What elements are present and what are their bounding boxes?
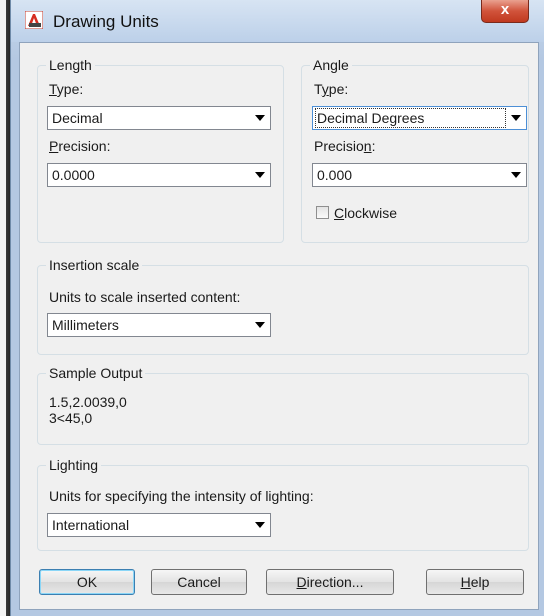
title-bar: Drawing Units x: [11, 0, 544, 42]
insertion-legend: Insertion scale: [46, 257, 143, 273]
angle-type-value: Decimal Degrees: [315, 108, 506, 128]
sample-line-2: 3<45,0: [49, 410, 93, 426]
sample-line-1: 1.5,2.0039,0: [49, 394, 127, 410]
clockwise-checkbox[interactable]: [316, 206, 329, 219]
length-group: Length Type: Decimal Precision: 0.0000: [37, 57, 284, 243]
window-title: Drawing Units: [53, 12, 159, 31]
angle-precision-dropdown[interactable]: 0.000: [312, 163, 527, 187]
insertion-units-label: Units to scale inserted content:: [49, 289, 241, 305]
close-icon: x: [500, 1, 510, 18]
chevron-down-icon: [255, 172, 265, 178]
length-type-value: Decimal: [52, 110, 103, 126]
length-legend: Length: [46, 57, 95, 73]
length-type-dropdown[interactable]: Decimal: [47, 106, 271, 130]
sample-legend: Sample Output: [46, 365, 146, 381]
insertion-scale-group: Insertion scale Units to scale inserted …: [37, 257, 529, 355]
chevron-down-icon: [511, 172, 521, 178]
cancel-button[interactable]: Cancel: [151, 569, 247, 595]
chevron-down-icon: [255, 322, 265, 328]
angle-type-label: Type:: [314, 81, 349, 97]
angle-legend: Angle: [310, 57, 352, 73]
angle-group: Angle Type: Decimal Degrees Precision: 0…: [301, 57, 529, 243]
lighting-units-label: Units for specifying the intensity of li…: [49, 488, 314, 504]
close-button[interactable]: x: [481, 0, 529, 23]
length-precision-value: 0.0000: [52, 167, 95, 183]
clockwise-label[interactable]: Clockwise: [334, 205, 397, 221]
ok-button[interactable]: OK: [39, 569, 135, 595]
chevron-down-icon: [511, 115, 521, 121]
length-type-label: Type:: [49, 81, 84, 97]
chevron-down-icon: [255, 115, 265, 121]
lighting-group: Lighting Units for specifying the intens…: [37, 457, 529, 551]
dialog-client-area: Length Type: Decimal Precision: 0.0000 A…: [19, 42, 539, 610]
lighting-legend: Lighting: [46, 457, 102, 473]
autocad-app-icon: [25, 11, 43, 29]
chevron-down-icon: [255, 522, 265, 528]
lighting-units-value: International: [52, 517, 130, 533]
insertion-units-value: Millimeters: [52, 317, 119, 333]
angle-type-dropdown[interactable]: Decimal Degrees: [312, 106, 527, 130]
lighting-units-dropdown[interactable]: International: [47, 513, 271, 537]
help-button[interactable]: Help: [426, 569, 524, 595]
drawing-units-dialog: Drawing Units x Length Type: Decimal Pre…: [10, 0, 544, 616]
insertion-units-dropdown[interactable]: Millimeters: [47, 313, 271, 337]
length-precision-label: Precision:: [49, 138, 111, 154]
angle-precision-label: Precision:: [314, 138, 376, 154]
sample-output-group: Sample Output 1.5,2.0039,0 3<45,0: [37, 365, 529, 445]
direction-button[interactable]: Direction...: [266, 569, 394, 595]
length-precision-dropdown[interactable]: 0.0000: [47, 163, 271, 187]
angle-precision-value: 0.000: [317, 167, 353, 183]
